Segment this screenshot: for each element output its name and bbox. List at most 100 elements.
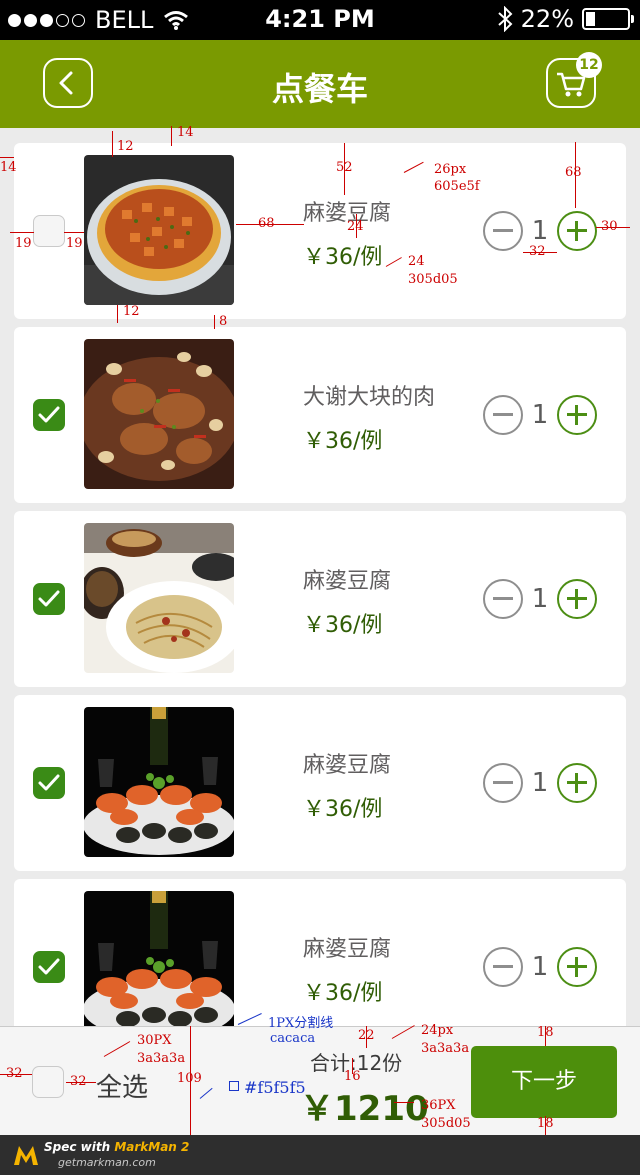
annotation-label: 24: [408, 254, 425, 269]
item-checkbox[interactable]: [33, 583, 65, 615]
annotation-label: 24: [347, 219, 364, 234]
dish-image-seafood-platter: [84, 707, 234, 857]
annotation-label: 305d05: [408, 272, 458, 287]
app-screen: BELL 4:21 PM 22% 点餐车 12 麻婆豆腐 ￥36/例 1 大谢大…: [0, 0, 640, 1175]
annotation-line: [117, 305, 118, 323]
item-name: 麻婆豆腐: [303, 753, 392, 778]
minus-button[interactable]: [483, 395, 523, 435]
annotation-label: 68: [565, 165, 582, 180]
minus-button[interactable]: [483, 947, 523, 987]
item-price: ￥36/例: [303, 613, 383, 638]
battery-percent: 22%: [520, 5, 574, 33]
item-checkbox[interactable]: [33, 951, 65, 983]
dish-image-noodles-table: [84, 523, 234, 673]
annotation-line: [171, 126, 172, 146]
annotation-label: 26px: [434, 162, 467, 177]
checkmark-icon: [38, 958, 60, 975]
quantity-stepper: 1: [483, 579, 597, 619]
cart-item: 麻婆豆腐 ￥36/例 1: [14, 695, 626, 871]
total-amount: ￥1210: [300, 1089, 429, 1129]
annotation-label: 3a3a3a: [421, 1041, 470, 1056]
item-checkbox[interactable]: [33, 215, 65, 247]
markman-url: getmarkman.com: [58, 1156, 156, 1169]
dish-image-mapo-tofu: [84, 155, 234, 305]
plus-button[interactable]: [557, 579, 597, 619]
annotation-label: 52: [336, 160, 353, 175]
annotation-line: [0, 157, 14, 158]
brand-name: MarkMan 2: [114, 1140, 190, 1154]
item-name: 麻婆豆腐: [303, 937, 392, 962]
annotation-label: 32: [6, 1066, 23, 1081]
annotation-label: 14: [0, 160, 17, 175]
annotation-label: 32: [529, 244, 546, 259]
bluetooth-icon: [497, 6, 513, 32]
annotation-label: 24px: [421, 1023, 454, 1038]
annotation-label: 12: [117, 139, 134, 154]
annotation-label: 8: [219, 314, 228, 329]
plus-button[interactable]: [557, 211, 597, 251]
annotation-label: 30PX: [137, 1033, 172, 1048]
next-step-button[interactable]: 下一步: [471, 1046, 617, 1118]
item-name: 大谢大块的肉: [303, 385, 436, 410]
annotation-label: 3a3a3a: [137, 1051, 186, 1066]
item-quantity: 1: [531, 216, 549, 246]
annotation-label: 16: [344, 1069, 361, 1084]
item-checkbox[interactable]: [33, 767, 65, 799]
minus-button[interactable]: [483, 579, 523, 619]
annotation-label: cacaca: [270, 1031, 316, 1046]
dish-image-braised-meat: [84, 339, 234, 489]
brand-prefix: Spec with: [44, 1140, 111, 1154]
annotation-line: [64, 232, 84, 233]
annotation-label: 30: [601, 219, 618, 234]
annotation-label: 109: [177, 1071, 202, 1086]
markman-logo-icon: [14, 1146, 38, 1165]
item-name: 麻婆豆腐: [303, 569, 392, 594]
annotation-label: 18: [537, 1116, 554, 1131]
cart-count-badge: 12: [576, 52, 602, 78]
minus-button[interactable]: [483, 211, 523, 251]
quantity-stepper: 1: [483, 763, 597, 803]
plus-button[interactable]: [557, 947, 597, 987]
annotation-line: [10, 232, 34, 233]
quantity-stepper: 1: [483, 395, 597, 435]
item-price: ￥36/例: [303, 981, 383, 1006]
battery-icon: [582, 8, 634, 30]
select-all-checkbox[interactable]: [32, 1066, 64, 1098]
status-bar: BELL 4:21 PM 22%: [0, 0, 640, 40]
select-all-label[interactable]: 全选: [96, 1067, 148, 1104]
status-right: 22%: [497, 5, 634, 33]
annotation-line: [112, 131, 113, 157]
cart-button[interactable]: 12: [546, 52, 602, 108]
annotation-label: 36PX: [421, 1098, 456, 1113]
cart-item: 麻婆豆腐 ￥36/例 1: [14, 143, 626, 319]
annotation-label: 19: [66, 236, 83, 251]
annotation-label: 605e5f: [434, 179, 480, 194]
cart-item: 大谢大块的肉 ￥36/例 1: [14, 327, 626, 503]
annotation-line: [394, 1102, 414, 1103]
annotation-label: 18: [537, 1025, 554, 1040]
item-quantity: 1: [531, 768, 549, 798]
item-price: ￥36/例: [303, 429, 383, 454]
annotation-label: 22: [358, 1028, 375, 1043]
cart-item: 麻婆豆腐 ￥36/例 1: [14, 511, 626, 687]
annotation-label: 68: [258, 216, 275, 231]
checkmark-icon: [38, 590, 60, 607]
nav-bar: 点餐车 12: [0, 40, 640, 128]
item-price: ￥36/例: [303, 245, 383, 270]
minus-button[interactable]: [483, 763, 523, 803]
plus-button[interactable]: [557, 395, 597, 435]
annotation-label: 12: [123, 304, 140, 319]
dish-image-seafood-platter: [84, 891, 234, 1041]
plus-button[interactable]: [557, 763, 597, 803]
annotation-label: 32: [70, 1074, 87, 1089]
markman-brand: Spec with MarkMan 2: [44, 1140, 189, 1154]
item-price: ￥36/例: [303, 797, 383, 822]
annotation-label: #f5f5f5: [244, 1078, 306, 1097]
item-checkbox[interactable]: [33, 399, 65, 431]
checkmark-icon: [38, 406, 60, 423]
markman-footer: Spec with MarkMan 2 getmarkman.com: [0, 1135, 640, 1175]
annotation-label: 305d05: [421, 1116, 471, 1131]
item-quantity: 1: [531, 952, 549, 982]
color-swatch: [229, 1081, 239, 1091]
checkmark-icon: [38, 774, 60, 791]
